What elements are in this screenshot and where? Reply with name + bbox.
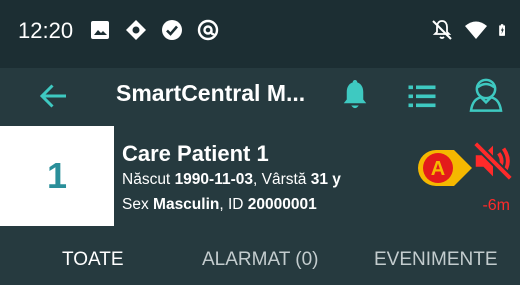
born-value: 1990-11-03 bbox=[174, 171, 253, 188]
id-label: , ID bbox=[219, 196, 244, 213]
list-icon[interactable] bbox=[404, 78, 440, 114]
age-label: , Vârstă bbox=[253, 171, 307, 188]
status-bar: 12:20 bbox=[0, 0, 520, 68]
image-icon bbox=[91, 21, 109, 39]
patient-profile-icon[interactable] bbox=[466, 74, 506, 114]
status-icons-right bbox=[430, 18, 512, 42]
patient-sex-id: Sex Masculin, ID 20000001 bbox=[122, 196, 317, 214]
patient-birth-age: Născut 1990-11-03, Vârstă 31 y bbox=[122, 171, 341, 189]
marker-letter: A bbox=[431, 158, 445, 180]
speaker-muted-icon[interactable] bbox=[470, 138, 516, 184]
age-value: 31 y bbox=[310, 171, 341, 188]
patient-name: Care Patient 1 bbox=[122, 141, 269, 166]
tab-bar: TOATE ALARMAT (0) EVENIMENTE bbox=[0, 240, 520, 285]
muted-time: -6m bbox=[482, 197, 510, 214]
status-time: 12:20 bbox=[18, 18, 74, 43]
back-arrow-icon[interactable] bbox=[36, 78, 72, 114]
tab-all[interactable]: TOATE bbox=[62, 249, 124, 271]
status-icons-left bbox=[88, 18, 220, 42]
sex-value: Masculin bbox=[153, 196, 220, 213]
check-circle-icon bbox=[162, 20, 182, 40]
sex-label: Sex bbox=[122, 196, 149, 213]
callout-marker-a: A bbox=[418, 150, 472, 186]
battery-charging-icon bbox=[499, 24, 505, 36]
notifications-off-icon bbox=[432, 20, 452, 40]
app-bar: SmartCentral M... bbox=[0, 68, 520, 124]
id-value: 20000001 bbox=[247, 196, 317, 213]
app-title: SmartCentral M... bbox=[116, 80, 306, 106]
wifi-icon bbox=[465, 21, 487, 39]
born-label: Născut bbox=[122, 171, 171, 188]
at-sign-icon bbox=[197, 19, 219, 41]
tab-events[interactable]: EVENIMENTE bbox=[374, 249, 498, 271]
bed-number: 1 bbox=[46, 155, 68, 196]
tab-alarmed[interactable]: ALARMAT (0) bbox=[202, 249, 319, 271]
bell-icon[interactable] bbox=[337, 77, 373, 113]
settings-notification-icon bbox=[126, 20, 146, 40]
bed-number-box[interactable]: 1 bbox=[0, 126, 114, 226]
